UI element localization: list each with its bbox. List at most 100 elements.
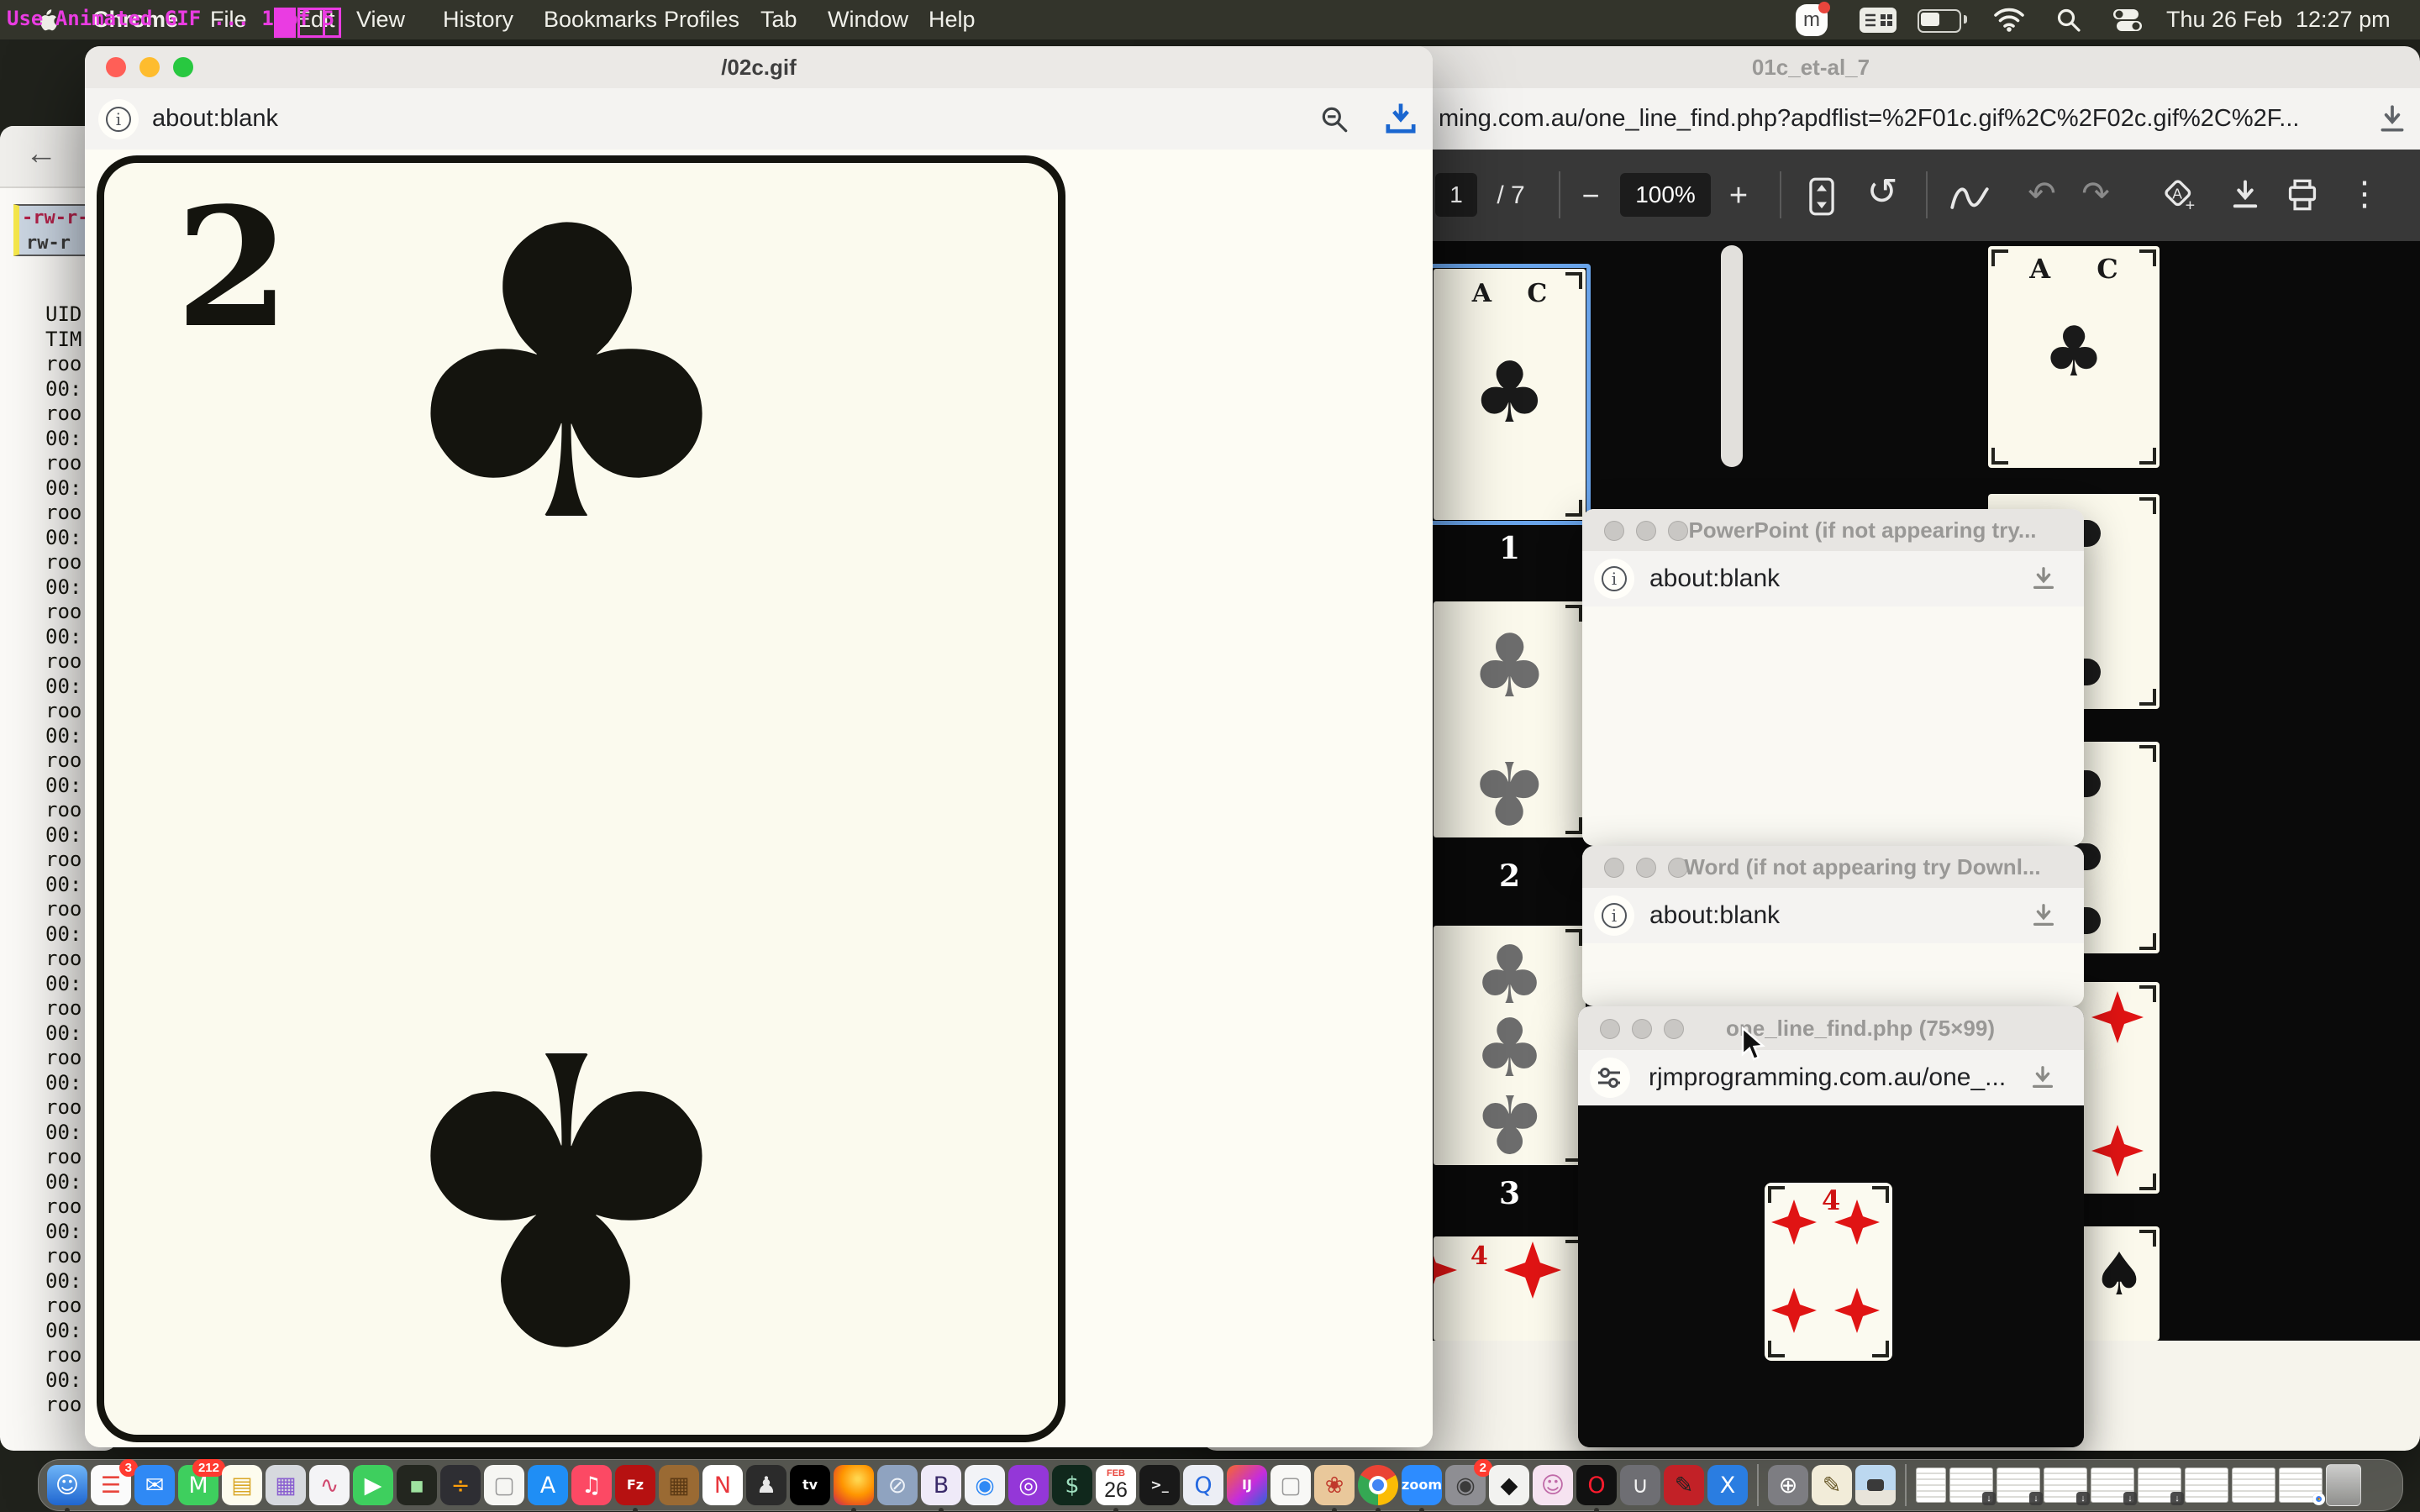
menu-bar-date[interactable]: Thu 26 Feb: [2166, 0, 2282, 39]
dock-item-inkscape[interactable]: ◆: [1489, 1465, 1529, 1505]
control-center-icon[interactable]: [2112, 8, 2144, 33]
menu-item-window[interactable]: Window: [828, 0, 908, 39]
dock-item-mail[interactable]: ✉: [134, 1465, 175, 1505]
dock-item-minimized-window[interactable]: ↓: [2091, 1467, 2134, 1503]
dock-item-filezilla[interactable]: Fz: [615, 1465, 655, 1505]
more-options-icon[interactable]: ⋮: [2348, 171, 2381, 217]
input-menu-icon[interactable]: [1859, 7, 1897, 34]
dock-item-app-store[interactable]: A: [528, 1465, 568, 1505]
dock-item-terminal-dark[interactable]: ▪: [397, 1465, 437, 1505]
zoom-out-button[interactable]: −: [1570, 173, 1612, 218]
download-icon[interactable]: [2029, 901, 2058, 930]
front-url-bar[interactable]: i about:blank: [85, 88, 1433, 151]
dock-item-music[interactable]: ♫: [571, 1465, 612, 1505]
dock-item-facetime[interactable]: ▶: [353, 1465, 393, 1505]
dock-item-calculator[interactable]: ÷: [440, 1465, 481, 1505]
dock-item-minimized-window[interactable]: ↓: [2044, 1467, 2087, 1503]
dock-item-news[interactable]: N: [702, 1465, 743, 1505]
info-icon[interactable]: i: [1602, 903, 1627, 928]
zoom-in-button[interactable]: +: [1718, 173, 1760, 218]
download-icon[interactable]: [2029, 564, 2058, 593]
dock-item-finder[interactable]: ☺: [47, 1465, 87, 1505]
dock-item-red-pencil-app[interactable]: ✎: [1664, 1465, 1704, 1505]
download-pdf-icon[interactable]: [2228, 178, 2262, 212]
dock-item-bible-app[interactable]: B: [921, 1465, 961, 1505]
page-number-input[interactable]: 1: [1435, 173, 1477, 217]
annotate-pen-icon[interactable]: [1949, 181, 1990, 215]
popup-one-line-find-url-bar[interactable]: rjmprogramming.com.au/one_...: [1578, 1050, 2084, 1107]
dock-item-wave-app[interactable]: ∿: [309, 1465, 350, 1505]
dock-item-reminders[interactable]: ☰3: [91, 1465, 131, 1505]
undo-icon[interactable]: ↶: [2018, 171, 2065, 217]
dock-item-document[interactable]: ▢: [1270, 1465, 1311, 1505]
popup-one-line-find-url[interactable]: rjmprogramming.com.au/one_...: [1649, 1050, 2006, 1105]
dock-item-camera-app[interactable]: ◉2: [1445, 1465, 1486, 1505]
dock-item-blocked-app[interactable]: ⊘: [877, 1465, 918, 1505]
pdf-scrollbar[interactable]: [1721, 245, 1743, 467]
dock-item-notes[interactable]: ▤: [222, 1465, 262, 1505]
pdf-thumbnail-3[interactable]: ♣♣♣: [1434, 926, 1586, 1165]
dock-item-minimized-window[interactable]: [2232, 1467, 2275, 1503]
dock-item-sticker-app[interactable]: ☺: [1533, 1465, 1573, 1505]
spotlight-search-icon[interactable]: [2055, 7, 2082, 34]
menu-item-bookmarks[interactable]: Bookmarks: [544, 0, 657, 39]
download-icon[interactable]: [2376, 103, 2408, 135]
dock-item-photo-preview[interactable]: [1855, 1465, 1896, 1505]
dock-item-safari[interactable]: ◉: [965, 1465, 1005, 1505]
pdf-thumbnail-4[interactable]: 4: [1434, 1236, 1586, 1341]
dock-item-brown-grid-app[interactable]: ▦: [659, 1465, 699, 1505]
dock-item-trash[interactable]: [2326, 1464, 2361, 1506]
popup-word-url[interactable]: about:blank: [1649, 888, 1780, 943]
menu-item-profiles[interactable]: Profiles: [664, 0, 739, 39]
back-arrow-icon[interactable]: ←: [25, 136, 57, 172]
dock-item-firefox[interactable]: [834, 1465, 874, 1505]
dock-item-messages[interactable]: M212: [178, 1465, 218, 1505]
dock-item-minimized-panel[interactable]: [1916, 1467, 1946, 1503]
menu-item-view[interactable]: View: [356, 0, 405, 39]
popup-powerpoint-url[interactable]: about:blank: [1649, 551, 1780, 606]
menu-bar-time[interactable]: 12:27 pm: [2296, 0, 2391, 39]
info-icon[interactable]: i: [106, 107, 131, 132]
redo-icon[interactable]: ↷: [2072, 171, 2119, 217]
download-icon[interactable]: [2028, 1063, 2057, 1092]
dock-item-minimized-window[interactable]: ↓: [1996, 1467, 2040, 1503]
dock-item-minimized-window[interactable]: ↓: [2138, 1467, 2181, 1503]
dock-item-paint-palette[interactable]: ❀: [1314, 1465, 1355, 1505]
pdf-url-text[interactable]: ming.com.au/one_line_find.php?apdflist=%…: [1439, 88, 2299, 150]
menu-item-history[interactable]: History: [443, 0, 513, 39]
dock-item-intellij[interactable]: IJ: [1227, 1465, 1267, 1505]
fit-page-icon[interactable]: [1805, 176, 1839, 217]
dock-item-pages-doc[interactable]: ▢: [484, 1465, 524, 1505]
dock-item-xcode[interactable]: X: [1707, 1465, 1748, 1505]
pdf-thumbnail-2[interactable]: ♣♣: [1434, 601, 1586, 837]
dock-item-tooth-app[interactable]: ∪: [1620, 1465, 1660, 1505]
dock-item-game-app[interactable]: ♟: [746, 1465, 786, 1505]
rotate-icon[interactable]: ↺: [1859, 170, 1906, 215]
menu-item-tab[interactable]: Tab: [760, 0, 797, 39]
dock-item-dark-terminal[interactable]: $: [1052, 1465, 1092, 1505]
dock-item-terminal[interactable]: >_: [1139, 1465, 1180, 1505]
info-icon[interactable]: i: [1602, 566, 1627, 591]
dock-item-accessibility[interactable]: ⊕: [1768, 1465, 1808, 1505]
dock-item-notes-pen[interactable]: ✎: [1812, 1465, 1852, 1505]
popup-powerpoint-url-bar[interactable]: i about:blank: [1582, 551, 2084, 608]
dock-item-zoom[interactable]: zoom: [1402, 1465, 1442, 1505]
dock-item-apple-tv[interactable]: tv: [790, 1465, 830, 1505]
print-icon[interactable]: [2286, 178, 2319, 212]
zoom-level-input[interactable]: 100%: [1620, 173, 1711, 217]
dock-item-minimized-window[interactable]: [2185, 1467, 2228, 1503]
dock-item-quicktime[interactable]: Q: [1183, 1465, 1223, 1505]
zoom-out-page-icon[interactable]: [1318, 103, 1350, 135]
pdf-thumbnail-1[interactable]: A C♣: [1434, 269, 1586, 520]
dock-item-podcasts[interactable]: ◎: [1008, 1465, 1049, 1505]
dock-item-launchpad[interactable]: ▦: [266, 1465, 306, 1505]
popup-word-url-bar[interactable]: i about:blank: [1582, 888, 2084, 945]
tune-icon[interactable]: [1595, 1063, 1623, 1092]
dock-item-minimized-window[interactable]: ↓: [1949, 1467, 1993, 1503]
add-text-annotation-icon[interactable]: A +: [2161, 176, 2198, 213]
dock-item-chrome[interactable]: [1358, 1465, 1398, 1505]
menu-item-help[interactable]: Help: [929, 0, 976, 39]
front-url-text[interactable]: about:blank: [152, 88, 278, 150]
dock-item-minimized-page-chrome[interactable]: [2279, 1467, 2323, 1503]
wifi-icon[interactable]: [1992, 7, 2026, 32]
